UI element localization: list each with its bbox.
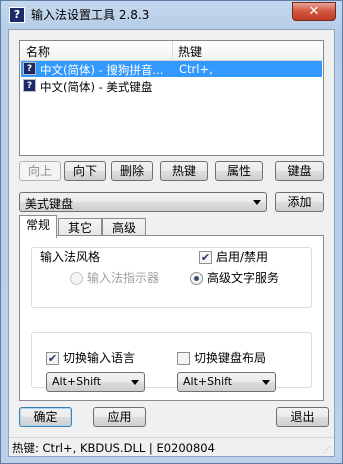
client-area: 名称 热键 ? 中文(简体) - 搜狗拼音... Ctrl+, ? 中文(简体)… (8, 29, 335, 457)
apply-button[interactable]: 应用 (93, 407, 146, 427)
tab-panel-general: 输入法风格 ✔ 启用/禁用 输入法指示器 高级文字服务 ✔ 切换输入语言 切换键… (19, 235, 324, 401)
enable-label[interactable]: 启用/禁用 (216, 248, 268, 265)
list-item-name: 中文(简体) - 搜狗拼音... (40, 63, 164, 77)
chevron-down-icon (131, 380, 139, 385)
window-title: 输入法设置工具 2.8.3 (31, 8, 150, 22)
status-bar: 热键: Ctrl+, KBDUS.DLL | E0200804 ⋰ (9, 437, 334, 457)
status-text: 热键: Ctrl+, KBDUS.DLL | E0200804 (12, 441, 215, 455)
delete-button[interactable]: 删除 (111, 161, 153, 181)
column-divider[interactable] (172, 41, 173, 60)
column-header-hotkey[interactable]: 热键 (178, 43, 202, 60)
list-header: 名称 热键 (20, 41, 323, 61)
title-bar[interactable]: ? 输入法设置工具 2.8.3 ✕ (1, 1, 342, 27)
move-down-button[interactable]: 向下 (64, 161, 106, 181)
layout-select[interactable]: 美式键盘 (19, 192, 267, 212)
switch-layout-select-value: Alt+Shift (183, 375, 233, 388)
switch-language-select-value: Alt+Shift (52, 375, 102, 388)
radio-tsf[interactable] (190, 272, 203, 285)
keyboard-icon: ? (23, 62, 36, 75)
radio-indicator[interactable] (70, 272, 83, 285)
switch-layout-checkbox[interactable] (177, 352, 190, 365)
switch-language-checkbox[interactable]: ✔ (46, 352, 59, 365)
move-up-button[interactable]: 向上 (19, 161, 61, 181)
ok-button[interactable]: 确定 (19, 407, 72, 427)
radio-indicator-label[interactable]: 输入法指示器 (87, 269, 159, 286)
close-button[interactable]: ✕ (292, 2, 336, 21)
resize-grip-icon[interactable]: ⋰ (323, 445, 331, 454)
exit-button[interactable]: 退出 (276, 407, 329, 427)
app-window: ? 输入法设置工具 2.8.3 ✕ 名称 热键 ? 中文(简体) - 搜狗拼音.… (0, 0, 343, 464)
enable-checkbox[interactable]: ✔ (199, 251, 212, 264)
chevron-down-icon (253, 200, 261, 205)
ime-list[interactable]: 名称 热键 ? 中文(简体) - 搜狗拼音... Ctrl+, ? 中文(简体)… (19, 40, 324, 156)
list-item[interactable]: ? 中文(简体) - 美式键盘 (21, 78, 322, 94)
add-button[interactable]: 添加 (275, 192, 324, 212)
keyboard-icon: ? (23, 79, 36, 92)
list-item[interactable]: ? 中文(简体) - 搜狗拼音... Ctrl+, (21, 61, 322, 77)
ime-style-group-title: 输入法风格 (40, 250, 101, 264)
tab-general[interactable]: 常规 (19, 215, 57, 238)
keyboard-button[interactable]: 键盘 (275, 161, 324, 181)
app-icon: ? (9, 7, 25, 23)
switch-layout-select[interactable]: Alt+Shift (177, 372, 276, 392)
layout-select-value: 美式键盘 (25, 197, 74, 211)
switch-layout-label[interactable]: 切换键盘布局 (194, 349, 266, 366)
switch-language-select[interactable]: Alt+Shift (46, 372, 145, 392)
hotkey-button[interactable]: 热键 (160, 161, 208, 181)
switch-language-label[interactable]: 切换输入语言 (63, 349, 135, 366)
chevron-down-icon (262, 380, 270, 385)
column-header-name[interactable]: 名称 (26, 43, 50, 60)
list-item-name: 中文(简体) - 美式键盘 (40, 80, 153, 94)
properties-button[interactable]: 属性 (215, 161, 263, 181)
radio-tsf-label[interactable]: 高级文字服务 (207, 269, 279, 286)
list-item-hotkey: Ctrl+, (179, 62, 213, 76)
